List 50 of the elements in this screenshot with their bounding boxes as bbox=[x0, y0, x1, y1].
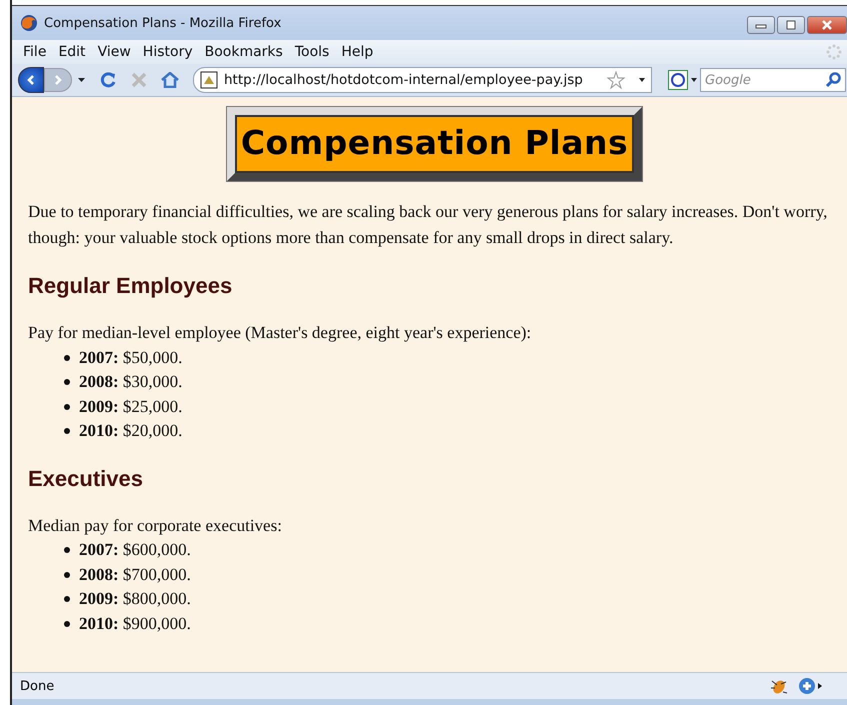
close-button[interactable] bbox=[807, 16, 847, 34]
status-text: Done bbox=[19, 678, 54, 694]
list-item: 2009: $800,000. bbox=[79, 588, 191, 610]
lead-text: Pay for median-level employee (Master's degree, eight year's experience): bbox=[28, 322, 532, 344]
list-item: 2009: $25,000. bbox=[79, 396, 182, 418]
page-banner: Compensation Plans bbox=[226, 107, 642, 181]
menu-item[interactable]: History bbox=[142, 44, 193, 60]
bullet-icon bbox=[64, 428, 70, 434]
bullet-icon bbox=[64, 572, 70, 578]
window-title: Compensation Plans - Mozilla Firefox bbox=[44, 16, 282, 30]
list-item: 2007: $600,000. bbox=[79, 539, 191, 561]
throbber-icon bbox=[825, 43, 843, 61]
caret-icon[interactable] bbox=[691, 78, 697, 82]
bullet-icon bbox=[64, 379, 70, 386]
list-item: 2007: $50,000. bbox=[79, 346, 182, 368]
globe-icon bbox=[20, 14, 38, 32]
back-button[interactable] bbox=[18, 67, 44, 93]
caret-icon[interactable] bbox=[639, 78, 645, 82]
menu-item[interactable]: View bbox=[98, 44, 131, 60]
list-item: 2010: $900,000. bbox=[79, 612, 191, 634]
caret-icon[interactable] bbox=[78, 78, 85, 82]
bullet-icon bbox=[64, 354, 70, 361]
bullet-icon bbox=[64, 404, 70, 410]
home-icon[interactable] bbox=[161, 72, 179, 88]
maximize-icon bbox=[785, 20, 797, 30]
reload-icon[interactable] bbox=[99, 71, 117, 89]
minimize-button[interactable] bbox=[747, 16, 775, 34]
menu-item[interactable]: File bbox=[23, 44, 46, 60]
page-icon bbox=[200, 71, 218, 89]
star-icon[interactable] bbox=[607, 71, 625, 89]
section-heading: Executives bbox=[28, 466, 144, 492]
bullet-icon bbox=[64, 596, 70, 602]
bullet-icon bbox=[64, 547, 70, 554]
lead-text: Median pay for corporate executives: bbox=[28, 514, 283, 537]
close-icon bbox=[821, 20, 833, 30]
menu-item[interactable]: Edit bbox=[58, 44, 86, 60]
search-icon[interactable] bbox=[825, 72, 841, 88]
list-item: 2010: $20,000. bbox=[79, 420, 182, 442]
bullet-icon bbox=[64, 620, 70, 627]
maximize-button[interactable] bbox=[777, 16, 805, 34]
intro-paragraph: Due to temporary financial difficulties, we are scaling back our very generous plans for salary increases. Don't worry, though: your valuable stock options more than compensate for any small drops in direct salary. bbox=[28, 201, 828, 249]
addon-icon[interactable] bbox=[797, 676, 823, 696]
menu-item[interactable]: Help bbox=[341, 44, 374, 60]
list-item: 2008: $700,000. bbox=[79, 564, 191, 586]
menu-item[interactable]: Tools bbox=[294, 44, 330, 60]
section-heading: Regular Employees bbox=[28, 273, 234, 299]
list-item: 2008: $30,000. bbox=[79, 371, 182, 393]
search-field[interactable]: Google bbox=[700, 68, 846, 92]
address-field[interactable]: http://localhost/hotdotcom-internal/employee-pay.jsp bbox=[193, 67, 652, 93]
menu-item[interactable]: Bookmarks bbox=[204, 44, 283, 60]
